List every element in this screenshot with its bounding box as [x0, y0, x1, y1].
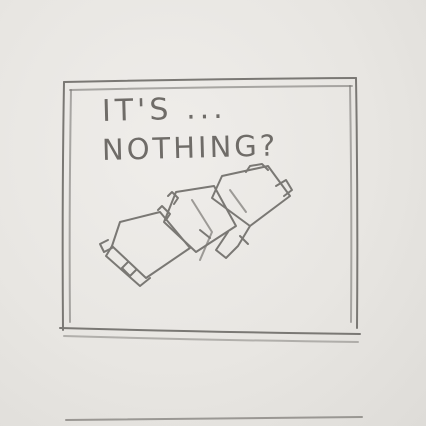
broken-brick-pieces-icon	[99, 163, 293, 287]
caption-line-1: IT'S ...	[101, 90, 228, 129]
caption-line-2: NOTHING?	[101, 128, 279, 167]
sketch-drawing	[59, 77, 363, 421]
next-panel-edge	[65, 416, 363, 421]
